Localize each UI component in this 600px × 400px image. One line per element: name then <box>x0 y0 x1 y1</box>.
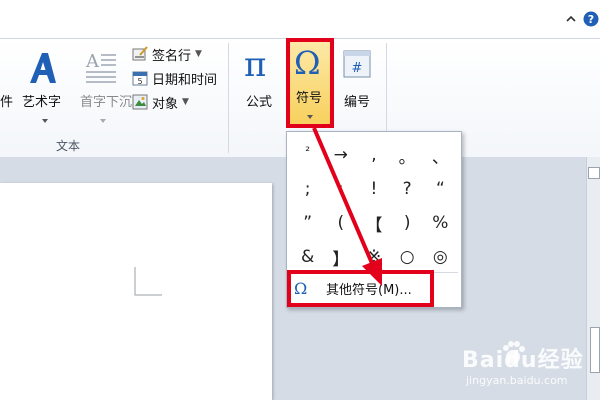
signature-line-dropdown-icon: ▼ <box>195 49 202 59</box>
watermark-url: jingyan.baidu.com <box>466 374 568 387</box>
margin-corner-mark <box>134 267 162 296</box>
wordart-dropdown-caret <box>42 119 48 123</box>
symbol-highlight-box <box>286 38 334 128</box>
svg-text:5: 5 <box>137 77 142 86</box>
signature-line-icon <box>132 46 148 62</box>
svg-text:#: # <box>352 61 363 76</box>
numbering-icon: # <box>343 50 371 78</box>
dropcap-dropdown-caret <box>100 119 106 123</box>
group-separator <box>228 43 229 153</box>
object-label: 对象 <box>152 96 179 112</box>
ruler-toggle-icon[interactable] <box>588 167 600 179</box>
date-time-button[interactable]: 5 日期和时间 <box>132 67 217 89</box>
svg-text:?: ? <box>588 13 594 26</box>
dropcap-label: 首字下沉 <box>80 95 133 110</box>
symbol-cell[interactable]: “ <box>424 172 457 206</box>
symbol-cell[interactable]: % <box>424 206 457 240</box>
title-bar: ? <box>0 0 600 38</box>
signature-line-label: 签名行 <box>152 48 192 64</box>
partial-ribbon-label[interactable]: 件 <box>0 91 13 110</box>
wordart-icon <box>30 53 56 83</box>
date-time-label: 日期和时间 <box>152 72 218 88</box>
watermark-brand: Baidu经验 <box>462 348 584 373</box>
numbering-button[interactable]: # 编号 <box>338 45 378 125</box>
baidu-watermark: Baidu经验 jingyan.baidu.com <box>462 340 592 395</box>
object-button[interactable]: 对象 ▼ <box>132 91 189 113</box>
help-icon[interactable]: ? <box>582 10 600 28</box>
annotation-arrow <box>312 127 382 286</box>
formula-button[interactable]: π 公式 <box>240 45 280 125</box>
calendar-icon: 5 <box>132 70 148 86</box>
wordart-label: 艺术字 <box>22 95 62 110</box>
text-group-label: 文本 <box>56 139 81 153</box>
dropcap-button[interactable]: A 首字下沉 <box>78 45 132 125</box>
wordart-button[interactable]: 艺术字 <box>20 45 68 125</box>
collapse-ribbon-icon[interactable] <box>562 10 580 28</box>
svg-text:A: A <box>85 51 100 72</box>
object-dropdown-icon: ▼ <box>182 97 189 107</box>
symbol-cell[interactable]: ◎ <box>424 240 457 274</box>
document-page[interactable] <box>0 183 272 400</box>
signature-line-button[interactable]: 签名行 ▼ <box>132 43 202 65</box>
symbol-cell[interactable]: 、 <box>424 138 457 172</box>
pi-icon: π <box>244 45 267 85</box>
object-icon <box>132 94 148 110</box>
dropcap-icon: A <box>85 51 116 83</box>
formula-label: 公式 <box>246 95 273 110</box>
numbering-label: 编号 <box>344 95 371 110</box>
